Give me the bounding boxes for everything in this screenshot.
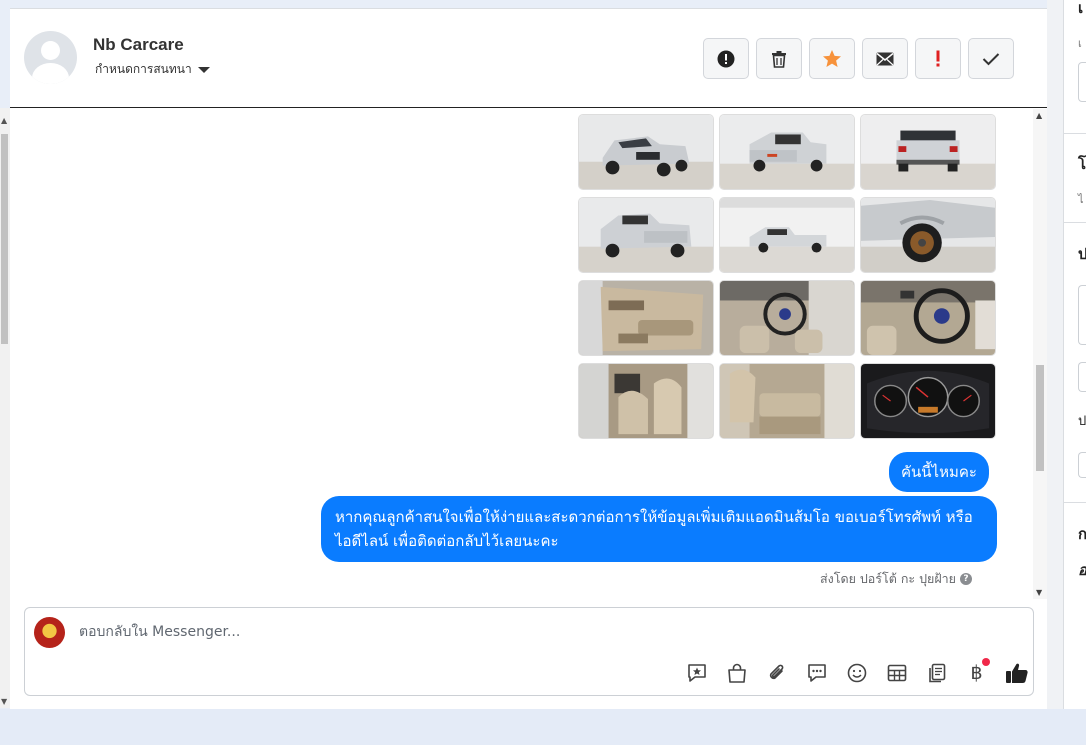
photo-dashboard-steering[interactable]	[860, 280, 996, 356]
panel-gutter	[1047, 0, 1063, 709]
photo-pickup-front[interactable]	[578, 114, 714, 190]
sidebar-input-2[interactable]	[1078, 362, 1086, 392]
shop-button[interactable]	[722, 658, 751, 687]
table-icon	[887, 664, 906, 681]
sidebar-subtext-2: ไ	[1078, 193, 1084, 206]
chat-scrollbar[interactable]: ▲ ▼	[1033, 109, 1047, 599]
page-scrollbar[interactable]: ▲ ▼	[0, 108, 10, 708]
chat-scroll-up-icon[interactable]: ▲	[1036, 111, 1042, 120]
sidebar-heading-3: ป	[1078, 242, 1086, 266]
sidebar-heading-4: ก	[1078, 522, 1086, 546]
sidebar-input-3[interactable]	[1078, 452, 1086, 478]
reply-composer: ฿	[24, 607, 1034, 696]
contact-details-sidebar: เ เ โ ไ ป ป ก อ	[1063, 0, 1086, 709]
photo-rear-cab-seat[interactable]	[719, 363, 855, 439]
alert-circle-icon	[717, 50, 735, 67]
conversation-actions	[703, 38, 1014, 79]
scroll-up-icon[interactable]: ▲	[1, 116, 7, 125]
baht-icon: ฿	[970, 661, 983, 684]
sent-by-note: ส่งโดย ปอร์โต้ กะ ปุยฝ้าย ?	[820, 569, 973, 589]
like-icon	[1005, 663, 1028, 683]
help-icon[interactable]: ?	[960, 573, 973, 585]
exclamation-icon	[936, 50, 940, 67]
sidebar-subtext-1: เ	[1078, 37, 1082, 50]
contact-name[interactable]: Nb Carcare	[93, 35, 184, 55]
message-thread[interactable]: คันนี้ไหมคะ หากคุณลูกค้าสนใจเพื่อให้ง่าย…	[10, 109, 1047, 599]
table-button[interactable]	[882, 658, 911, 687]
catalog-icon	[928, 663, 945, 682]
saved-reply-button[interactable]	[682, 658, 711, 687]
message-bubble-long[interactable]: หากคุณลูกค้าสนใจเพื่อให้ง่ายและสะดวกต่อก…	[321, 496, 997, 562]
sidebar-heading-1: เ	[1078, 0, 1084, 17]
composer-toolbar: ฿	[682, 658, 1031, 687]
conversation-header: Nb Carcare กำหนดการสนทนา	[10, 9, 1047, 108]
photo-door-interior[interactable]	[578, 280, 714, 356]
trash-icon	[772, 50, 786, 68]
photo-pickup-rear[interactable]	[719, 114, 855, 190]
emoji-button[interactable]	[842, 658, 871, 687]
check-icon	[982, 52, 1000, 65]
scroll-thumb[interactable]	[1, 134, 8, 344]
photo-pickup-rear-straight[interactable]	[860, 114, 996, 190]
message-bubble-short[interactable]: คันนี้ไหมคะ	[889, 452, 989, 492]
sidebar-list-box[interactable]	[1078, 285, 1086, 345]
conversation-panel: Nb Carcare กำหนดการสนทนา คันนี้ไหมคะ หาก…	[10, 8, 1047, 709]
like-button[interactable]	[1002, 658, 1031, 687]
sidebar-heading-2: โ	[1078, 155, 1086, 173]
star-button[interactable]	[809, 38, 855, 79]
catalog-button[interactable]	[922, 658, 951, 687]
page-avatar	[34, 617, 65, 648]
photo-steering-wheel[interactable]	[719, 280, 855, 356]
sidebar-text-4: อ	[1078, 558, 1086, 582]
mark-important-button[interactable]	[915, 38, 961, 79]
mark-unread-button[interactable]	[862, 38, 908, 79]
chat-scroll-thumb[interactable]	[1036, 365, 1044, 471]
photo-front-seats[interactable]	[578, 363, 714, 439]
photo-wheel-closeup[interactable]	[860, 197, 996, 273]
photo-gauge-cluster[interactable]	[860, 363, 996, 439]
bottom-bar	[0, 709, 1086, 745]
photo-pickup-rear-quarter[interactable]	[578, 197, 714, 273]
notification-dot	[982, 658, 990, 666]
image-gallery	[578, 114, 996, 439]
report-spam-button[interactable]	[703, 38, 749, 79]
contact-avatar[interactable]	[24, 31, 77, 84]
sidebar-label-3: ป	[1078, 414, 1086, 429]
caret-down-icon	[197, 66, 210, 73]
scroll-down-icon[interactable]: ▼	[1, 697, 7, 706]
shop-bag-icon	[727, 663, 746, 683]
star-icon	[823, 50, 841, 67]
reply-input[interactable]	[79, 620, 679, 644]
delete-button[interactable]	[756, 38, 802, 79]
photo-pickup-side[interactable]	[719, 197, 855, 273]
envelope-icon	[876, 52, 894, 65]
sent-by-text: ส่งโดย ปอร์โต้ กะ ปุยฝ้าย	[820, 571, 957, 586]
assign-label: กำหนดการสนทนา	[95, 62, 192, 76]
mark-done-button[interactable]	[968, 38, 1014, 79]
emoji-icon	[847, 663, 866, 682]
quick-message-button[interactable]	[802, 658, 831, 687]
chat-bubble-icon	[807, 663, 826, 682]
attach-button[interactable]	[762, 658, 791, 687]
assign-conversation-dropdown[interactable]: กำหนดการสนทนา	[95, 60, 210, 79]
sidebar-input-1[interactable]	[1078, 62, 1086, 102]
chat-scroll-down-icon[interactable]: ▼	[1036, 588, 1042, 597]
saved-reply-icon	[687, 663, 706, 682]
attachment-icon	[769, 664, 783, 679]
payment-button[interactable]: ฿	[962, 658, 991, 687]
